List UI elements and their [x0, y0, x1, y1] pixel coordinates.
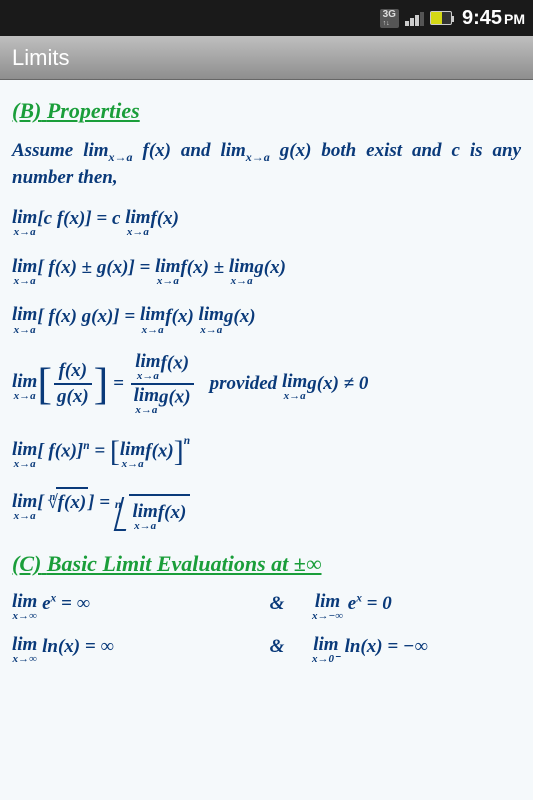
property-sum-diff: limx→a[ f(x) ± g(x)] = limx→af(x) ± limx…: [12, 255, 521, 286]
eval-row-ln: limx→∞ ln(x) = ∞ & limx→0⁻ ln(x) = −∞: [12, 634, 521, 665]
clock: 9:45PM: [462, 7, 525, 30]
app-title-bar: Limits: [0, 36, 533, 80]
property-product: limx→a[ f(x) g(x)] = limx→af(x) limx→ag(…: [12, 304, 521, 335]
eval-row-exp: limx→∞ ex = ∞ & limx→−∞ ex = 0: [12, 591, 521, 622]
document-body[interactable]: (B) Properties Assume limx→a f(x) and li…: [0, 80, 533, 687]
android-status-bar: 3G↑↓ 9:45PM: [0, 0, 533, 36]
property-power: limx→a[ f(x)]n = [limx→af(x)]n: [12, 434, 521, 469]
section-c-heading: (C) Basic Limit Evaluations at ±∞: [12, 549, 521, 579]
property-quotient: limx→a[f(x)g(x)] = limx→af(x)limx→ag(x)p…: [12, 353, 521, 416]
page-title: Limits: [12, 45, 69, 71]
battery-icon: [430, 11, 452, 25]
inline-limit: limx→a: [220, 140, 269, 161]
network-3g-icon: 3G↑↓: [380, 9, 399, 28]
section-b-heading: (B) Properties: [12, 96, 521, 126]
property-root: limx→a[n√f(x)] = nlimx→af(x): [12, 487, 521, 531]
provided-clause: provided limx→ag(x) ≠ 0: [210, 373, 369, 394]
inline-limit: limx→a: [83, 140, 132, 161]
signal-icon: [405, 10, 424, 26]
property-constant-multiple: limx→a[c f(x)] = c limx→af(x): [12, 206, 521, 237]
intro-text: Assume limx→a f(x) and limx→a g(x) both …: [12, 138, 521, 191]
